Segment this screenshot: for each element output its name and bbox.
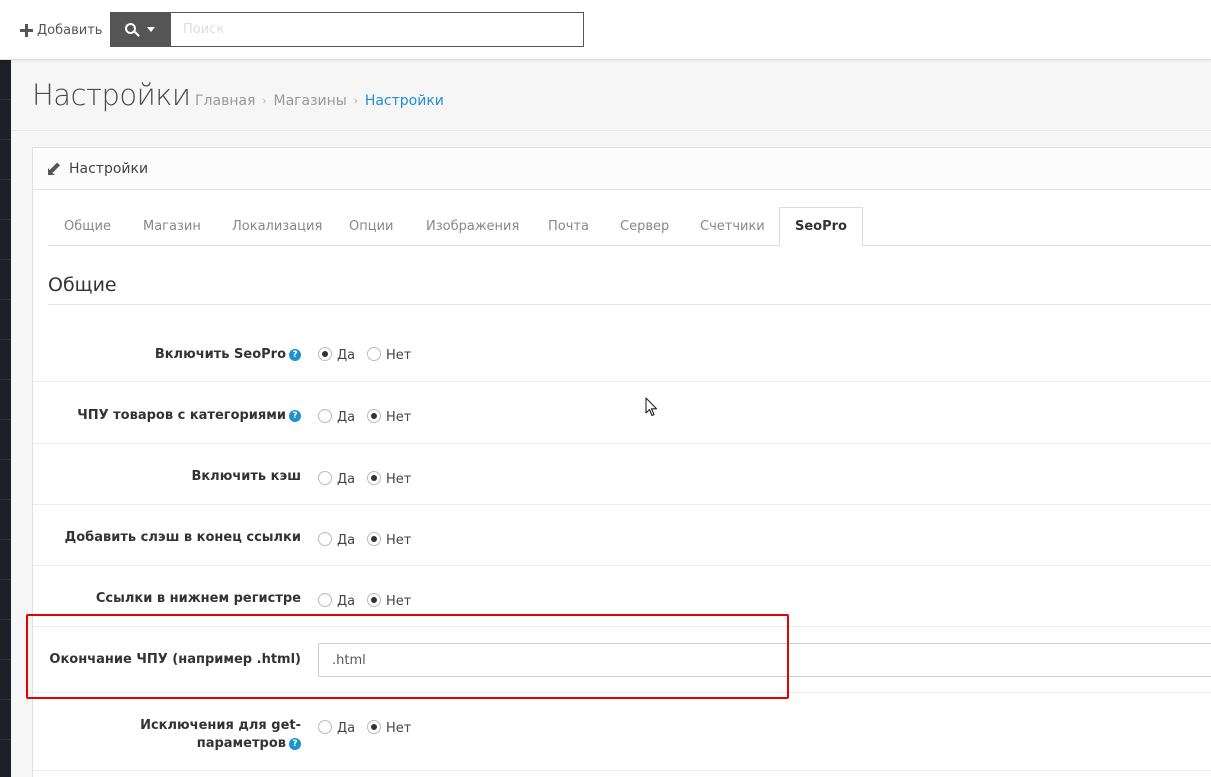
- tab-images[interactable]: Изображения: [426, 207, 519, 246]
- add-button[interactable]: Добавить: [20, 19, 102, 41]
- help-icon[interactable]: ?: [289, 349, 301, 361]
- radio-no-label: Нет: [386, 472, 412, 487]
- header-divider: [11, 130, 1211, 131]
- radio-yes-label: Да: [337, 594, 356, 609]
- sidebar-collapsed: [0, 60, 11, 777]
- tab-general[interactable]: Общие: [64, 207, 111, 246]
- radio-no[interactable]: Нет: [367, 592, 412, 609]
- form-row-enable-seopro: Включить SeoPro? Да Нет: [33, 320, 1211, 382]
- radio-yes-label: Да: [337, 472, 356, 487]
- tabs-nav: Общие Магазин Локализация Опции Изображе…: [48, 207, 1211, 247]
- radio-button[interactable]: [318, 531, 332, 546]
- search-type-button[interactable]: [110, 12, 170, 47]
- row-label-text: Включить SeoPro: [154, 347, 286, 362]
- url-suffix-input[interactable]: [318, 643, 1211, 677]
- radio-no-label: Нет: [386, 721, 412, 736]
- radio-yes-label: Да: [337, 533, 356, 548]
- breadcrumb-separator-icon: ›: [353, 95, 358, 107]
- pencil-icon: [48, 163, 60, 175]
- help-icon[interactable]: ?: [289, 410, 301, 422]
- breadcrumb-home[interactable]: Главная: [195, 93, 255, 109]
- radio-yes[interactable]: Да: [318, 592, 356, 609]
- breadcrumb-separator-icon: ›: [262, 95, 267, 107]
- radio-button[interactable]: [367, 346, 381, 361]
- row-label: ЧПУ товаров с категориями?: [41, 407, 301, 425]
- radio-button[interactable]: [318, 719, 332, 734]
- radio-no[interactable]: Нет: [367, 408, 412, 425]
- form-row-get-exclusions: Исключения для get- параметров? Да Нет: [33, 693, 1211, 771]
- radio-yes-label: Да: [337, 410, 356, 425]
- radio-yes[interactable]: Да: [318, 408, 356, 425]
- radio-button[interactable]: [318, 592, 332, 607]
- panel-heading-title: Настройки: [69, 160, 149, 177]
- form-row-trailing-slash: Добавить слэш в конец ссылки Да Нет: [33, 505, 1211, 566]
- caret-down-icon: [146, 27, 155, 32]
- radio-no[interactable]: Нет: [367, 531, 412, 548]
- radio-no-label: Нет: [386, 410, 412, 425]
- radio-button[interactable]: [367, 408, 381, 423]
- form-row-enable-cache: Включить кэш Да Нет: [33, 444, 1211, 505]
- row-label: Включить кэш: [41, 468, 301, 486]
- row-label: Исключения для get- параметров?: [41, 717, 301, 753]
- radio-yes-label: Да: [337, 348, 356, 363]
- section-title: Общие: [48, 274, 117, 296]
- radio-yes[interactable]: Да: [318, 346, 356, 363]
- tab-server[interactable]: Сервер: [620, 207, 669, 246]
- breadcrumb: Главная › Магазины › Настройки: [195, 93, 444, 109]
- row-label-text: Включить кэш: [191, 469, 301, 484]
- radio-no-label: Нет: [386, 348, 412, 363]
- row-label-text: Ссылки в нижнем регистре: [95, 591, 301, 606]
- settings-panel: Настройки Общие Магазин Локализация Опци…: [32, 147, 1211, 777]
- radio-button[interactable]: [367, 531, 381, 546]
- search-input[interactable]: [170, 12, 584, 47]
- radio-button[interactable]: [318, 408, 332, 423]
- page-title: Настройки: [32, 78, 191, 112]
- row-label-text: Окончание ЧПУ (например .html): [49, 652, 301, 667]
- radio-button[interactable]: [318, 470, 332, 485]
- row-label: Окончание ЧПУ (например .html): [41, 651, 301, 669]
- tab-options[interactable]: Опции: [349, 207, 393, 246]
- panel-heading: Настройки: [33, 148, 1211, 190]
- radio-no-label: Нет: [386, 594, 412, 609]
- radio-yes[interactable]: Да: [318, 719, 356, 736]
- form-row-category-urls: ЧПУ товаров с категориями? Да Нет: [33, 382, 1211, 444]
- tab-counters[interactable]: Счетчики: [700, 207, 765, 246]
- top-header: Добавить: [0, 0, 1211, 60]
- radio-button[interactable]: [367, 719, 381, 734]
- row-label: Включить SeoPro?: [41, 346, 301, 364]
- radio-button[interactable]: [318, 346, 332, 361]
- form-row-lowercase-links: Ссылки в нижнем регистре Да Нет: [33, 566, 1211, 627]
- form-row-url-suffix: Окончание ЧПУ (например .html): [33, 627, 1211, 693]
- radio-no-label: Нет: [386, 533, 412, 548]
- tab-mail[interactable]: Почта: [548, 207, 589, 246]
- radio-yes-label: Да: [337, 721, 356, 736]
- row-label: Добавить слэш в конец ссылки: [41, 529, 301, 547]
- breadcrumb-settings[interactable]: Настройки: [365, 93, 444, 109]
- tab-store[interactable]: Магазин: [143, 207, 201, 246]
- tab-seopro[interactable]: SeoPro: [779, 207, 863, 247]
- radio-button[interactable]: [367, 470, 381, 485]
- radio-button[interactable]: [367, 592, 381, 607]
- radio-yes[interactable]: Да: [318, 531, 356, 548]
- section-divider: [48, 304, 1211, 305]
- row-label-text: ЧПУ товаров с категориями: [77, 408, 286, 423]
- radio-no[interactable]: Нет: [367, 470, 412, 487]
- row-label-text: Исключения для get-: [140, 718, 301, 733]
- tab-localisation[interactable]: Локализация: [232, 207, 322, 246]
- radio-no[interactable]: Нет: [367, 346, 412, 363]
- breadcrumb-stores[interactable]: Магазины: [273, 93, 346, 109]
- row-label: Ссылки в нижнем регистре: [41, 590, 301, 608]
- radio-no[interactable]: Нет: [367, 719, 412, 736]
- add-button-label: Добавить: [37, 22, 103, 38]
- row-label-text: Добавить слэш в конец ссылки: [64, 530, 301, 545]
- search-icon: [124, 23, 136, 34]
- row-label-text: параметров: [196, 736, 286, 751]
- plus-icon: [20, 23, 33, 37]
- radio-yes[interactable]: Да: [318, 470, 356, 487]
- help-icon[interactable]: ?: [289, 738, 301, 750]
